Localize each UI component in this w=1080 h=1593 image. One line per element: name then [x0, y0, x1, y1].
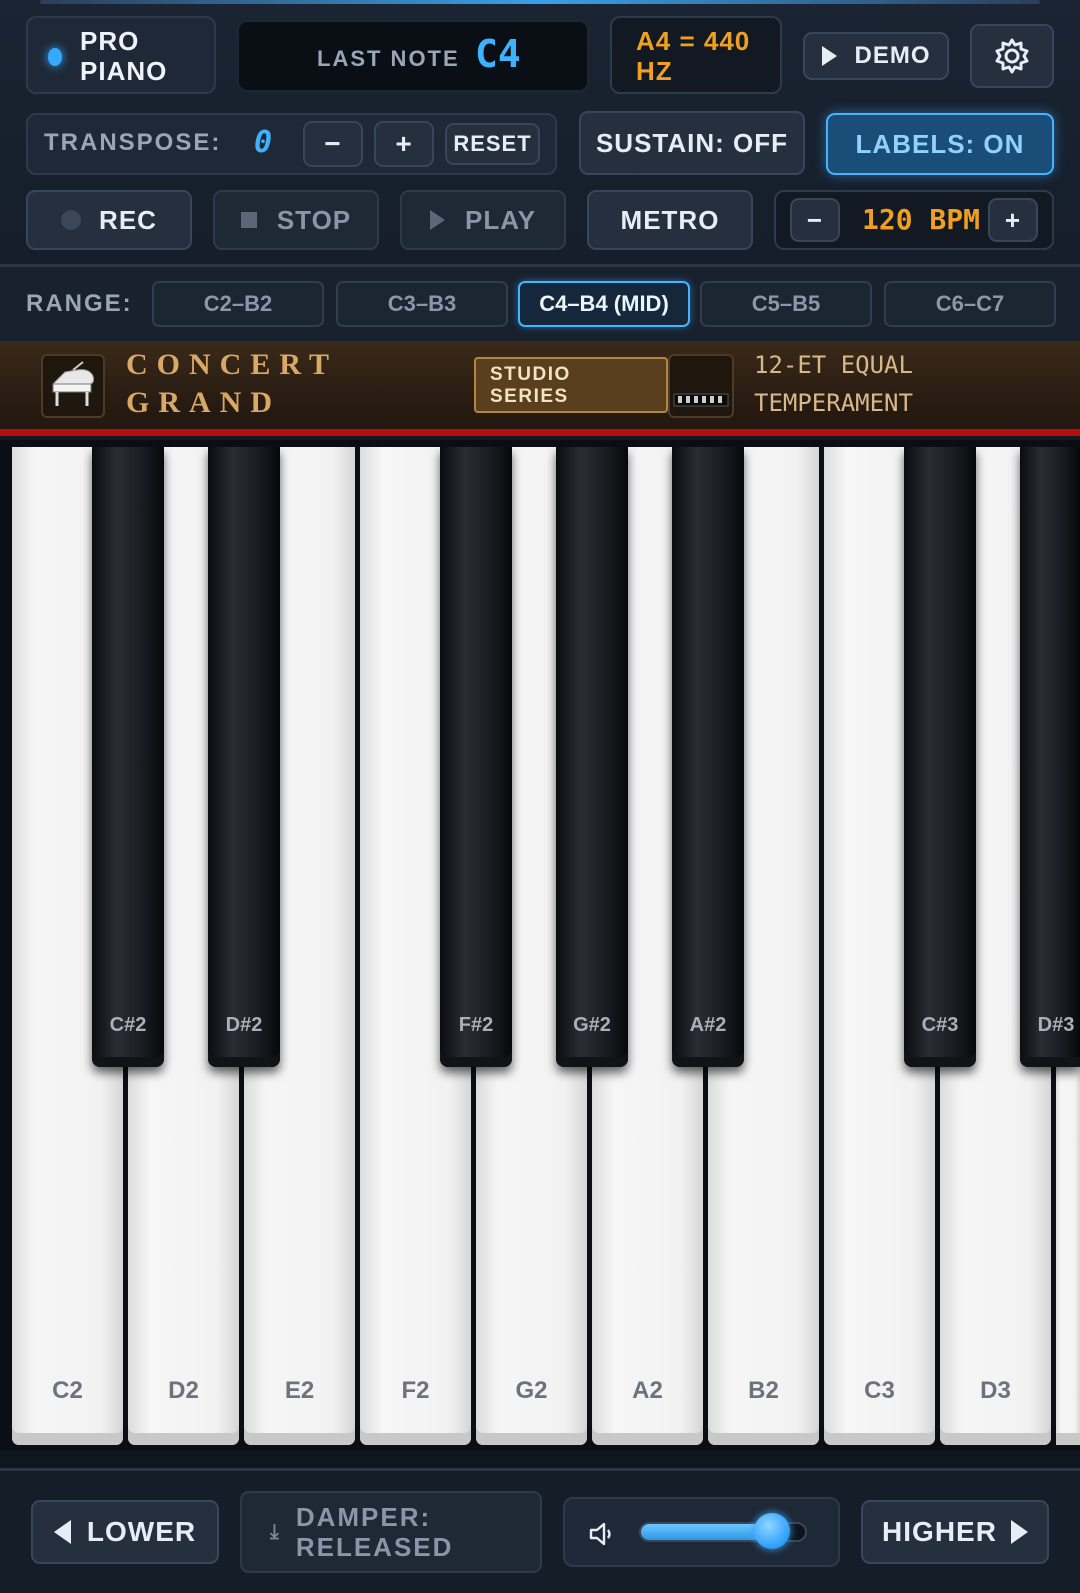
- pedal-down-icon: ⤓: [270, 1520, 280, 1543]
- record-icon: [61, 210, 82, 230]
- black-key-asharp2[interactable]: A#2: [672, 447, 744, 1067]
- temperament-label: 12-ET EQUAL TEMPERAMENT: [754, 346, 913, 422]
- key-label: B2: [748, 1377, 779, 1404]
- key-label: C#3: [921, 1014, 959, 1036]
- metronome-button[interactable]: METRO: [587, 190, 753, 250]
- play-icon: [430, 210, 446, 230]
- damper-pedal-button[interactable]: ⤓ DAMPER: RELEASED: [240, 1491, 542, 1573]
- key-label: D#3: [1037, 1014, 1075, 1036]
- black-key-fsharp2[interactable]: F#2: [440, 447, 512, 1067]
- bpm-value: 120 BPM: [862, 203, 981, 236]
- damper-line2: RELEASED: [295, 1532, 454, 1562]
- instrument-name-line1: CONCERT: [126, 348, 338, 381]
- black-key-csharp2[interactable]: C#2: [92, 447, 164, 1067]
- demo-label: DEMO: [854, 42, 931, 69]
- lower-octave-button[interactable]: LOWER: [31, 1500, 219, 1564]
- key-label: G#2: [573, 1014, 611, 1036]
- key-label: F#2: [458, 1014, 494, 1036]
- key-label: D#2: [225, 1014, 263, 1036]
- range-option-c3-b3[interactable]: C3–B3: [336, 281, 508, 327]
- key-label: C#2: [109, 1014, 147, 1036]
- volume-fill: [641, 1524, 772, 1540]
- piano-app: PRO PIANO LAST NOTE C4 A4 = 440 HZ DEMO …: [0, 0, 1080, 1593]
- last-note-display: LAST NOTE C4: [237, 20, 589, 92]
- play-button[interactable]: PLAY: [400, 190, 566, 250]
- black-key-csharp3[interactable]: C#3: [904, 447, 976, 1067]
- play-icon: [821, 46, 837, 66]
- instrument-name-line2: GRAND: [126, 386, 281, 419]
- red-felt-strip: [0, 429, 1080, 436]
- black-key-gsharp2[interactable]: G#2: [556, 447, 628, 1067]
- brand-line1: PRO: [80, 26, 140, 56]
- key-label: D3: [980, 1377, 1011, 1404]
- lower-label: LOWER: [86, 1516, 197, 1547]
- key-label: A#2: [689, 1014, 727, 1036]
- key-label: A2: [632, 1377, 663, 1404]
- range-label: RANGE:: [26, 290, 133, 317]
- badge-line1: STUDIO: [490, 364, 571, 385]
- stop-button[interactable]: STOP: [213, 190, 379, 250]
- transpose-minus-button[interactable]: −: [303, 121, 363, 167]
- range-option-c4-b4[interactable]: C4–B4 (MID): [518, 281, 690, 327]
- last-note-value: C4: [475, 32, 521, 76]
- keyboard-chip-icon: [668, 354, 734, 418]
- settings-button[interactable]: [970, 24, 1054, 88]
- speaker-icon: [589, 1522, 611, 1546]
- key-label: C3: [864, 1377, 895, 1404]
- temperament-line1: 12-ET EQUAL: [754, 351, 913, 379]
- stop-label: STOP: [276, 204, 352, 235]
- black-key-dsharp3[interactable]: D#3: [1020, 447, 1080, 1067]
- range-option-c2-b2[interactable]: C2–B2: [152, 281, 324, 327]
- key-label: D2: [168, 1377, 199, 1404]
- bpm-minus-button[interactable]: −: [790, 198, 840, 242]
- transpose-reset-button[interactable]: RESET: [445, 123, 540, 165]
- labels-toggle[interactable]: LABELS: ON: [826, 113, 1054, 175]
- key-label: C2: [52, 1377, 83, 1404]
- volume-control: [563, 1497, 840, 1567]
- top-accent-bar: [40, 0, 1040, 4]
- studio-series-badge: STUDIO SERIES: [474, 357, 668, 413]
- record-button[interactable]: REC: [26, 190, 192, 250]
- transpose-label: TRANSPOSE:: [44, 129, 222, 156]
- tuning-display: A4 = 440 HZ: [610, 16, 782, 94]
- bpm-plus-button[interactable]: +: [988, 198, 1038, 242]
- stop-icon: [240, 212, 257, 228]
- key-label: F2: [401, 1377, 430, 1404]
- transpose-value: 0: [254, 125, 273, 160]
- tuning-line1: A4 = 440: [636, 26, 751, 56]
- higher-label: HIGHER: [882, 1516, 997, 1547]
- tuning-line2: HZ: [636, 56, 673, 86]
- play-label: PLAY: [465, 204, 536, 235]
- transpose-plus-button[interactable]: +: [374, 121, 434, 167]
- arrow-left-icon: [53, 1520, 71, 1544]
- sustain-toggle[interactable]: SUSTAIN: OFF: [579, 111, 805, 175]
- brand-panel: PRO PIANO: [26, 16, 216, 94]
- power-indicator-icon: [48, 48, 62, 66]
- grand-piano-icon: [41, 354, 105, 418]
- higher-octave-button[interactable]: HIGHER: [861, 1500, 1049, 1564]
- brand-line2: PIANO: [80, 56, 168, 86]
- black-key-dsharp2[interactable]: D#2: [208, 447, 280, 1067]
- demo-button[interactable]: DEMO: [803, 32, 949, 80]
- record-label: REC: [99, 204, 157, 235]
- range-option-c6-c7[interactable]: C6–C7: [884, 281, 1056, 327]
- key-label: G2: [515, 1377, 548, 1404]
- badge-line2: SERIES: [490, 386, 569, 407]
- key-label: E2: [284, 1377, 315, 1404]
- damper-line1: DAMPER:: [295, 1502, 432, 1532]
- temperament-line2: TEMPERAMENT: [754, 389, 913, 417]
- gear-icon: [995, 38, 1029, 74]
- volume-knob[interactable]: [754, 1513, 790, 1549]
- last-note-label: LAST NOTE: [317, 46, 460, 71]
- volume-slider[interactable]: [639, 1513, 807, 1549]
- range-option-c5-b5[interactable]: C5–B5: [700, 281, 872, 327]
- arrow-right-icon: [1010, 1520, 1028, 1544]
